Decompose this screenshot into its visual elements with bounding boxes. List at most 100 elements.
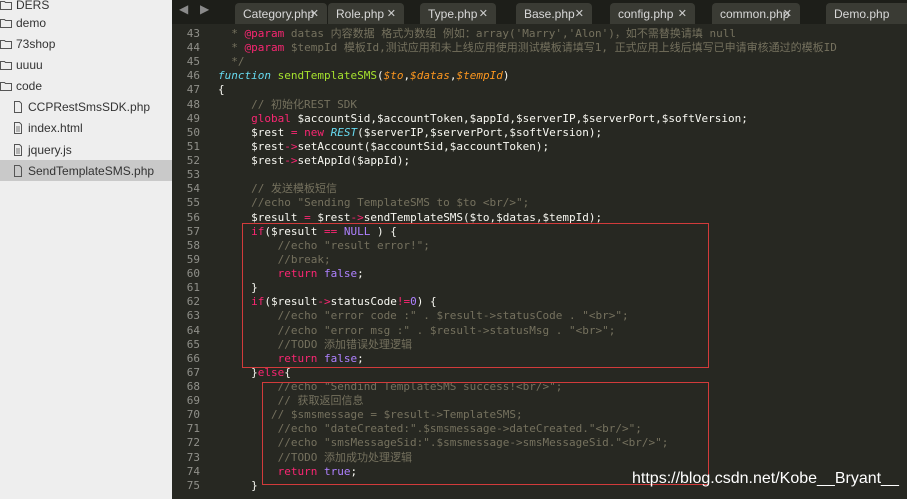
sidebar-item-label: demo (16, 15, 47, 30)
line-number: 59 (186, 252, 200, 266)
code-token: sendTemplateSMS($to,$datas,$tempId); (363, 210, 603, 224)
code-token: sendTemplateSMS (277, 69, 377, 83)
close-icon[interactable]: ✕ (387, 7, 396, 20)
sidebar-item-label: index.html (28, 120, 83, 135)
code-line: * @param $tempId 模板Id,测试应用和未上线应用使用测试模板请填… (218, 41, 837, 55)
code-editor[interactable]: 43 44 45 46 47 48 49 50 51 52 53 54 55 56 57 58 59 60 61 62… (172, 24, 907, 499)
file-icon (14, 143, 22, 156)
code-token: $rest (218, 154, 285, 168)
sidebar-item[interactable]: demo (0, 12, 172, 33)
code-line: $rest->setAppId($appId); (218, 154, 410, 168)
folder-icon (0, 60, 12, 70)
code-line: //echo "Sending TemplateSMS to $to <br/>… (218, 196, 529, 210)
tab-nav-arrows[interactable]: ◀ ▶ (179, 2, 213, 16)
sidebar-item-label: code (16, 78, 43, 93)
line-number: 75 (186, 478, 200, 492)
line-number: 68 (186, 380, 200, 393)
code-token: ( (376, 69, 384, 83)
code-line: */ (218, 55, 245, 69)
sidebar-item[interactable]: CCPRestSmsSDK.php (0, 96, 172, 117)
folder-icon (0, 39, 12, 49)
code-token: ) (502, 69, 510, 83)
close-icon[interactable]: ✕ (575, 7, 584, 20)
folder-icon (0, 18, 12, 28)
code-token: // 发送模板短信 (218, 182, 337, 196)
editor-tab[interactable]: Role.php ✕ (328, 3, 404, 24)
sidebar-item[interactable]: uuuu (0, 54, 172, 75)
sidebar-item[interactable]: index.html (0, 117, 172, 138)
line-number: 51 (186, 139, 200, 153)
tab-label: config.php (618, 6, 674, 21)
code-line: // 发送模板短信 (218, 182, 337, 196)
tab-label: Type.php (428, 6, 478, 21)
line-number: 45 (186, 55, 200, 69)
tab-bar: Category.php ✕ Role.php ✕ Type.php ✕ Base.php ✕… (172, 0, 907, 24)
editor-tab[interactable]: Type.php ✕ (420, 3, 496, 24)
close-icon[interactable]: ✕ (479, 7, 488, 20)
code-token: $datas (410, 69, 450, 83)
code-token: REST (330, 125, 358, 139)
line-number-gutter: 43 44 45 46 47 48 49 50 51 52 53 54 55 56 57 58 59 60 61 62… (172, 24, 212, 499)
line-number: 49 (186, 111, 200, 125)
editor-tab[interactable]: common.php ✕ (712, 3, 800, 24)
line-number: 72 (186, 436, 200, 450)
line-number: 63 (186, 309, 200, 323)
code-token: -> (284, 154, 298, 168)
code-token: //echo "Sending TemplateSMS to $to <br/>… (218, 196, 530, 210)
line-number: 47 (186, 83, 200, 97)
file-sidebar: DERS demo 73shop uuuu code CCPRestSmsSDK.php i… (0, 0, 172, 499)
line-number: 73 (186, 450, 200, 464)
code-line: // 初始化REST SDK (218, 98, 357, 112)
code-token: $tempId (456, 69, 503, 83)
line-number: 74 (186, 464, 200, 478)
sidebar-item[interactable]: jquery.js (0, 139, 172, 160)
line-number: 52 (186, 154, 200, 168)
code-line: $rest = new REST($serverIP,$serverPort,$… (218, 126, 602, 140)
code-line: $rest->setAccount($accountSid,$accountTo… (218, 140, 549, 154)
code-line: * @param datas 内容数据 格式为数组 例如：array('Marr… (218, 27, 736, 41)
code-token: $rest (218, 139, 285, 153)
close-icon[interactable]: ✕ (678, 7, 687, 20)
code-token: $result (218, 210, 305, 224)
code-line: { (218, 83, 225, 97)
editor-tab[interactable]: Demo.php (826, 3, 907, 24)
code-token: ($serverIP,$serverPort,$softVersion); (357, 125, 603, 139)
line-number: 65 (186, 337, 200, 351)
code-token: setAppId($appId); (297, 154, 411, 168)
sidebar-item[interactable]: code (0, 75, 172, 96)
code-token: -> (284, 139, 298, 153)
line-number: 50 (186, 125, 200, 139)
code-token: */ (218, 55, 245, 69)
tab-label: Demo.php (834, 6, 890, 21)
line-number: 67 (186, 365, 200, 379)
folder-icon (0, 81, 12, 91)
line-number: 54 (186, 182, 200, 196)
code-token: datas 内容数据 格式为数组 例如：array('Marry','Alon'… (284, 27, 737, 40)
editor-tab[interactable]: config.php ✕ (610, 3, 695, 24)
line-number: 69 (186, 394, 200, 408)
line-number: 57 (186, 224, 200, 238)
line-number: 62 (186, 295, 200, 309)
code-token: $rest (218, 125, 291, 139)
editor-tab[interactable]: Category.php ✕ (235, 3, 327, 24)
file-icon (14, 164, 22, 177)
tab-label: common.php (720, 6, 790, 21)
sidebar-item[interactable]: 73shop (0, 33, 172, 54)
close-icon[interactable]: ✕ (310, 7, 319, 20)
code-token: * (218, 41, 245, 55)
line-number: 46 (186, 69, 200, 83)
editor-tab[interactable]: Base.php ✕ (516, 3, 592, 24)
tab-label: Base.php (524, 6, 575, 21)
code-token: $accountSid,$accountToken,$appId,$server… (290, 111, 748, 125)
line-number: 55 (186, 196, 200, 210)
line-number: 56 (186, 210, 200, 224)
code-token: @param (244, 41, 285, 55)
sidebar-item[interactable]: SendTemplateSMS.php (0, 160, 172, 181)
close-icon[interactable]: ✕ (783, 7, 792, 20)
tab-label: Role.php (336, 6, 385, 21)
file-icon (14, 100, 22, 113)
file-icon (14, 121, 22, 134)
code-token: // 初始化REST SDK (218, 97, 357, 111)
code-token: new (304, 125, 324, 139)
